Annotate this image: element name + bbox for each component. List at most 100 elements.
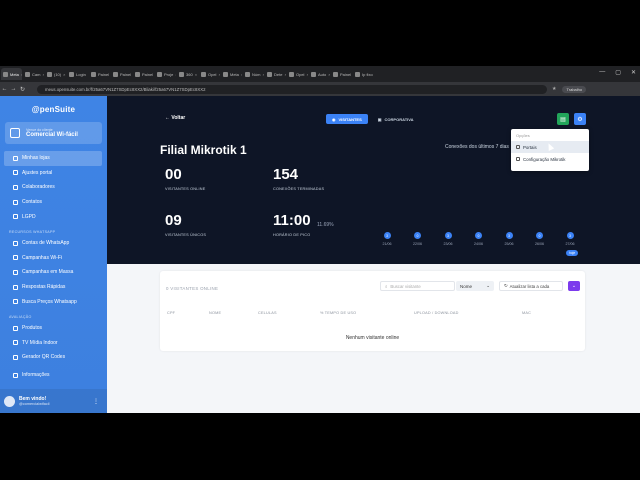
table-column-header[interactable]: CPF [167, 311, 175, 315]
table-column-header[interactable]: CELULAS [258, 311, 277, 315]
sidebar-item[interactable]: Colaboradores [4, 180, 102, 195]
tab-corporativa-label: CORPORATIVA [384, 116, 414, 122]
sidebar-item-label: Campanhas em Massa [22, 269, 74, 276]
building-icon: ▣ [377, 116, 382, 122]
sidebar-item[interactable]: Contatos [4, 195, 102, 210]
close-window-icon[interactable]: ✕ [631, 69, 636, 76]
close-tab-icon[interactable]: × [21, 72, 22, 77]
sort-select[interactable]: Nome ⌄ [456, 281, 494, 291]
close-tab-icon[interactable]: × [306, 72, 308, 77]
browser-tab[interactable]: Meta× [1, 68, 22, 80]
browser-tab[interactable]: Meta× [221, 68, 242, 80]
refresh-button[interactable]: ↻ Atualizar lista a cada [499, 281, 563, 291]
reload-icon[interactable]: ↻ [18, 86, 27, 93]
browser-tab-label: Opel [208, 71, 217, 77]
table-column-header[interactable]: MAC [522, 311, 531, 315]
chart-bar[interactable]: 3 25/06 [501, 232, 517, 246]
browser-tab[interactable]: Login× [67, 68, 88, 80]
favicon-icon [355, 71, 360, 77]
browser-tab[interactable]: Cam × [23, 68, 44, 80]
table-column-header[interactable]: NOME [209, 311, 221, 315]
close-tab-icon[interactable]: × [218, 72, 220, 77]
portal-icon [516, 145, 520, 149]
browser-tab[interactable]: Dete × [265, 68, 286, 80]
chart-bar[interactable]: 3 23/06 [440, 232, 456, 246]
sidebar-item[interactable]: Produtos [4, 321, 102, 336]
sidebar-item-label: LGPD [22, 213, 36, 220]
chart-bar[interactable]: 3 21/06 [379, 232, 395, 246]
sidebar-item[interactable]: TV Mídia Indoor [4, 336, 102, 351]
close-tab-icon[interactable]: × [328, 72, 330, 77]
stat-online: 00 VISITANTES ONLINE [165, 166, 205, 191]
sidebar-item[interactable]: Ajustes portal [4, 166, 102, 181]
forward-arrow-icon[interactable]: → [9, 86, 18, 92]
browser-tab[interactable]: Proje× [155, 68, 176, 80]
chart-bar[interactable]: 0 26/06 [532, 232, 548, 246]
browser-tab[interactable]: Painel× [89, 68, 110, 80]
profile-button[interactable]: Trabalho [562, 85, 587, 93]
org-selector[interactable]: Venue do cliente Comercial Wi-fácil [5, 122, 102, 144]
search-input[interactable]: ⌕ Buscar visitante [380, 281, 455, 291]
extensions-icon[interactable]: ★ [552, 86, 556, 92]
page-title: Filial Mikrotik 1 [160, 143, 247, 157]
settings-button[interactable]: ⚙ [574, 113, 586, 125]
menu-icon [13, 354, 18, 360]
sidebar-item[interactable]: LGPD [4, 209, 102, 224]
browser-tab[interactable]: Painel× [133, 68, 154, 80]
chart-bar[interactable]: 0 22/06 [410, 232, 426, 246]
menu-icon [13, 199, 18, 205]
back-arrow-icon[interactable]: ← [0, 86, 9, 92]
sidebar-item[interactable]: Respostas Rápidas [4, 280, 102, 295]
close-tab-icon[interactable]: × [262, 72, 264, 77]
user-email: @comercialwifacil [19, 402, 50, 406]
action-button[interactable]: ⌄ [568, 281, 580, 291]
chart-bar[interactable]: 0 24/06 [471, 232, 487, 246]
maximize-icon[interactable]: ▢ [615, 69, 621, 76]
sidebar-item-info[interactable]: Informações [4, 368, 102, 383]
browser-tab-label: Painel [340, 71, 352, 77]
sidebar-item[interactable]: Campanhas em Massa [4, 265, 102, 280]
close-tab-icon[interactable]: × [63, 72, 65, 77]
browser-tabbar: Meta×Cam×(10)×Login×Painel×Painel×Painel… [0, 66, 640, 82]
tab-visitantes[interactable]: ◉ VISITANTES [326, 114, 368, 124]
table-column-header[interactable]: % TEMPO DE USO [320, 311, 356, 315]
browser-tab[interactable]: Painel × [331, 68, 352, 80]
browser-tab[interactable]: Painel× [111, 68, 132, 80]
close-tab-icon[interactable]: × [175, 72, 176, 77]
browser-tab[interactable]: Opel × [287, 68, 308, 80]
browser-tab-label: Núm [252, 71, 261, 77]
sidebar-item-label: Gerador QR Codes [22, 354, 66, 361]
back-button[interactable]: ← Voltar [165, 115, 185, 121]
close-tab-icon[interactable]: × [42, 72, 44, 77]
store-icon [10, 128, 20, 138]
close-tab-icon[interactable]: × [284, 72, 286, 77]
browser-tab[interactable]: (10) × [45, 68, 66, 80]
browser-tab[interactable]: Ip fixo× [353, 68, 374, 80]
sidebar-item[interactable]: Campanhas Wi-Fi [4, 251, 102, 266]
browser-tab[interactable]: Auto × [309, 68, 330, 80]
minimize-icon[interactable]: — [599, 69, 605, 76]
sidebar-item[interactable]: Gerador QR Codes [4, 350, 102, 365]
table-column-header[interactable]: UPLOAD / DOWNLOAD [414, 311, 459, 315]
browser-tab-label: Meta [10, 71, 19, 77]
menu-item-config-mikrotik[interactable]: Configuração Mikrotik [511, 153, 589, 165]
browser-tab[interactable]: 360 × [177, 68, 198, 80]
user-box[interactable]: Bem vindo! @comercialwifacil ⋮ [0, 389, 107, 413]
org-name: Comercial Wi-fácil [26, 132, 78, 138]
chart-bar[interactable]: 3 27/06 [562, 232, 578, 246]
brand-logo: @penSuite [31, 105, 76, 114]
menu-icon [13, 284, 18, 290]
tab-corporativa[interactable]: ▣ CORPORATIVA [372, 114, 420, 124]
sidebar-item[interactable]: Contas de WhatsApp [4, 236, 102, 251]
close-tab-icon[interactable]: × [195, 72, 197, 77]
export-button[interactable]: ▤ [557, 113, 569, 125]
browser-tab[interactable]: Opel × [199, 68, 220, 80]
url-field[interactable]: meus.opensuite.com.br/f/25a67VN1Z7SDpEc8… [37, 84, 547, 94]
browser-tab-label: Dete [274, 71, 283, 77]
more-options-icon[interactable]: ⋮ [93, 398, 99, 405]
sidebar-item[interactable]: Minhas lojas [4, 151, 102, 166]
sidebar-item-label: Respostas Rápidas [22, 284, 66, 291]
close-tab-icon[interactable]: × [241, 72, 242, 77]
sidebar-item[interactable]: Busca Preços Whatsapp [4, 294, 102, 309]
browser-tab[interactable]: Núm × [243, 68, 264, 80]
